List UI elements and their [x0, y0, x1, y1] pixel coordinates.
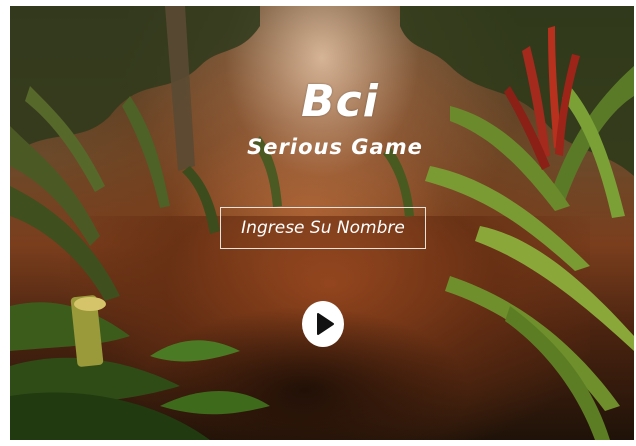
play-icon: [317, 313, 334, 335]
game-subtitle: Serious Game: [247, 135, 423, 159]
game-window: Bci Serious Game: [0, 0, 636, 446]
play-button[interactable]: [302, 301, 344, 347]
name-input[interactable]: [220, 207, 426, 249]
game-title: Bci: [301, 76, 379, 127]
